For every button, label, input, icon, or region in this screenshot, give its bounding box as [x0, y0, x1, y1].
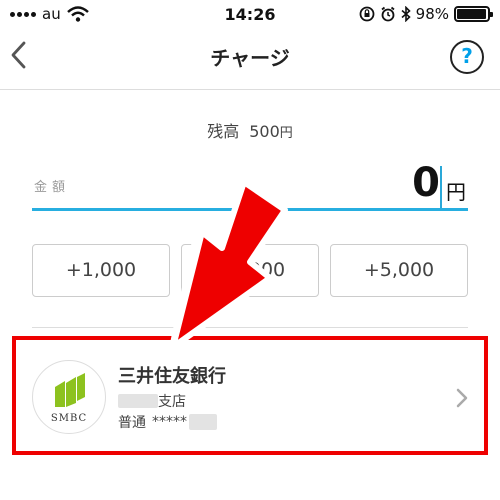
account-row: 普通 *****	[118, 412, 217, 432]
balance-amount: 500	[249, 122, 280, 141]
balance-row: 残高 500円	[0, 118, 500, 142]
battery-percent: 98%	[415, 5, 449, 23]
orientation-lock-icon	[359, 6, 375, 22]
text-caret	[440, 166, 442, 208]
account-number-masked: *****	[152, 414, 187, 430]
add-5000-button[interactable]: +5,000	[330, 244, 468, 297]
balance-unit: 円	[279, 126, 293, 141]
status-right: 98%	[359, 5, 493, 23]
page-title: チャージ	[210, 46, 290, 70]
smbc-logo-icon	[55, 373, 85, 407]
branch-name-redacted	[118, 394, 158, 408]
bank-account-row[interactable]: SMBC 三井住友銀行 支店 普通 *****	[32, 340, 468, 452]
balance-label: 残高	[207, 122, 240, 141]
bank-logo-text: SMBC	[50, 413, 88, 424]
nav-bar: チャージ ?	[0, 30, 500, 90]
alarm-icon	[381, 6, 395, 22]
amount-label: 金額	[34, 180, 71, 195]
branch-row: 支店	[118, 391, 186, 411]
battery-icon	[454, 6, 493, 22]
amount-value[interactable]: 0	[412, 158, 440, 208]
add-3000-button[interactable]: +3,000	[181, 244, 319, 297]
divider	[32, 327, 468, 328]
status-bar: au 14:26 98%	[0, 0, 500, 30]
amount-unit: 円	[446, 180, 466, 204]
branch-suffix: 支店	[158, 394, 186, 410]
bank-name: 三井住友銀行	[118, 366, 226, 387]
account-type: 普通	[118, 415, 146, 431]
bank-logo: SMBC	[32, 360, 106, 434]
add-1000-button[interactable]: +1,000	[32, 244, 170, 297]
help-button[interactable]: ?	[450, 40, 484, 74]
amount-underline	[32, 208, 468, 211]
chevron-right-icon	[456, 388, 468, 408]
bluetooth-icon	[401, 6, 411, 22]
account-number-redacted	[189, 414, 217, 430]
